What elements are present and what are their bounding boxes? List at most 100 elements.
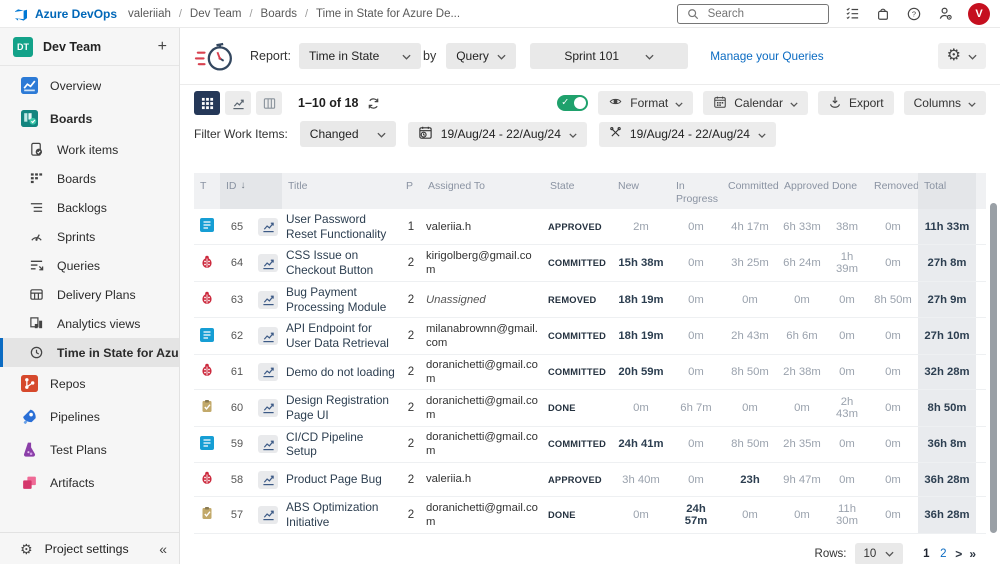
sidebar-item-delivery-plans[interactable]: Delivery Plans [0, 280, 179, 309]
user-settings-icon[interactable] [937, 6, 953, 21]
search-box[interactable] [677, 4, 829, 24]
column-header-assigned-to[interactable]: Assigned To [422, 173, 544, 209]
breadcrumb-item[interactable]: valeriiah [128, 8, 171, 20]
total-time: 36h 28m [918, 463, 976, 496]
boards-sub-icon [27, 171, 45, 186]
work-item-title[interactable]: ABS Optimization Initiative [282, 497, 400, 532]
row-chart-button[interactable] [258, 506, 278, 524]
column-header-id[interactable]: ID↓ [220, 173, 282, 209]
brand-title[interactable]: Azure DevOps [35, 7, 117, 21]
work-item-title[interactable]: Bug Payment Processing Module [282, 282, 400, 317]
column-header-committed[interactable]: Committed [722, 173, 778, 209]
format-button[interactable]: Format [598, 91, 693, 115]
view-toggle-switch[interactable]: ✓ [557, 95, 588, 111]
column-header-total[interactable]: Total [918, 173, 976, 209]
chart-view-button[interactable] [225, 91, 251, 115]
sidebar-item-pipelines[interactable]: Pipelines [0, 400, 179, 433]
work-item-title[interactable]: Design Registration Page UI [282, 390, 400, 425]
azure-devops-logo-icon[interactable] [12, 6, 28, 22]
page-button-1[interactable]: 1 [921, 548, 931, 560]
group-by-select[interactable]: Query [446, 43, 516, 69]
work-item-type-cell [194, 468, 220, 491]
sidebar-item-queries[interactable]: Queries [0, 251, 179, 280]
settings-dropdown-button[interactable]: ⚙ [938, 43, 986, 69]
time-removed: 0m [868, 435, 918, 453]
team-header[interactable]: DT Dev Team + [0, 28, 179, 66]
sidebar-item-boards[interactable]: Boards [0, 164, 179, 193]
table-row: 64CSS Issue on Checkout Button2kirigolbe… [194, 245, 986, 281]
column-header-approved[interactable]: Approved [778, 173, 826, 209]
sidebar-item-test-plans[interactable]: Test Plans [0, 433, 179, 466]
row-chart-button[interactable] [258, 471, 278, 489]
time-committed: 4h 17m [722, 218, 778, 236]
row-chart-button[interactable] [258, 363, 278, 381]
date-range-button-1[interactable]: 19/Aug/24 - 22/Aug/24 [408, 122, 587, 147]
sidebar-item-repos[interactable]: Repos [0, 367, 179, 400]
work-item-title[interactable]: Demo do not loading [282, 362, 400, 383]
time-committed: 8h 50m [722, 363, 778, 381]
last-page-button[interactable]: » [969, 547, 976, 561]
manage-queries-link[interactable]: Manage your Queries [710, 49, 823, 63]
task-list-icon[interactable] [844, 6, 860, 21]
row-chart-button[interactable] [258, 399, 278, 417]
work-item-type-cell [194, 503, 220, 526]
collapse-sidebar-icon[interactable]: « [159, 541, 167, 557]
row-chart-button[interactable] [258, 435, 278, 453]
board-view-button[interactable] [256, 91, 282, 115]
work-item-title[interactable]: User Password Reset Functionality [282, 209, 400, 244]
avatar[interactable]: V [968, 3, 990, 25]
sidebar-item-time-in-state-for-azure-devo[interactable]: Time in State for Azure DevO... [0, 338, 179, 367]
column-header-title[interactable]: Title [282, 173, 400, 209]
sidebar-item-overview[interactable]: Overview [0, 69, 179, 102]
work-item-title[interactable]: CSS Issue on Checkout Button [282, 245, 400, 280]
row-chart-button[interactable] [258, 291, 278, 309]
columns-button[interactable]: Columns [904, 91, 986, 115]
assigned-to-value: doranichetti@gmail.com [422, 391, 544, 425]
row-chart-button[interactable] [258, 327, 278, 345]
next-page-button[interactable]: > [955, 547, 962, 561]
work-item-title[interactable]: CI/CD Pipeline Setup [282, 427, 400, 462]
page-button-2[interactable]: 2 [938, 548, 948, 560]
refresh-icon[interactable] [367, 97, 380, 110]
time-done: 0m [826, 363, 868, 381]
export-button[interactable]: Export [818, 91, 894, 115]
column-header-state[interactable]: State [544, 173, 612, 209]
project-settings-button[interactable]: ⚙ Project settings « [0, 532, 179, 564]
rows-per-page-select[interactable]: 10 [855, 543, 904, 564]
row-chart-button[interactable] [258, 218, 278, 236]
calendar-button[interactable]: Calendar [703, 91, 808, 115]
sidebar-item-work-items[interactable]: Work items [0, 135, 179, 164]
breadcrumb-item[interactable]: Boards [261, 8, 297, 20]
date-range-button-2[interactable]: 19/Aug/24 - 22/Aug/24 [599, 122, 776, 147]
row-chart-cell [254, 468, 282, 492]
column-header-in-progress[interactable]: In Progress [670, 173, 722, 209]
chevron-down-icon [402, 49, 411, 63]
add-team-button[interactable]: + [158, 39, 167, 55]
column-header-t[interactable]: T [194, 173, 220, 209]
sidebar-item-sprints[interactable]: Sprints [0, 222, 179, 251]
row-chart-button[interactable] [258, 254, 278, 272]
column-header-p[interactable]: P [400, 173, 422, 209]
vertical-scrollbar[interactable] [990, 203, 997, 533]
search-input[interactable] [706, 7, 820, 21]
sprints-icon [27, 229, 45, 244]
column-header-label: Approved [784, 180, 829, 209]
query-select[interactable]: Sprint 101 [530, 43, 688, 69]
changed-filter-select[interactable]: Changed [300, 121, 396, 147]
work-item-title[interactable]: Product Page Bug [282, 469, 400, 490]
sidebar-item-backlogs[interactable]: Backlogs [0, 193, 179, 222]
column-header-new[interactable]: New [612, 173, 670, 209]
time-in-progress: 0m [670, 218, 722, 236]
sidebar-item-analytics-views[interactable]: Analytics views [0, 309, 179, 338]
sidebar-item-boards[interactable]: Boards [0, 102, 179, 135]
report-type-select[interactable]: Time in State [299, 43, 421, 69]
help-icon[interactable]: ? [906, 7, 922, 21]
work-item-title[interactable]: API Endpoint for User Data Retrieval [282, 318, 400, 353]
grid-view-button[interactable] [194, 91, 220, 115]
breadcrumb-item[interactable]: Time in State for Azure De... [316, 8, 460, 20]
column-header-removed[interactable]: Removed [868, 173, 918, 209]
column-header-done[interactable]: Done [826, 173, 868, 209]
sidebar-item-artifacts[interactable]: Artifacts [0, 466, 179, 499]
breadcrumb-item[interactable]: Dev Team [190, 8, 242, 20]
briefcase-icon[interactable] [875, 7, 891, 21]
